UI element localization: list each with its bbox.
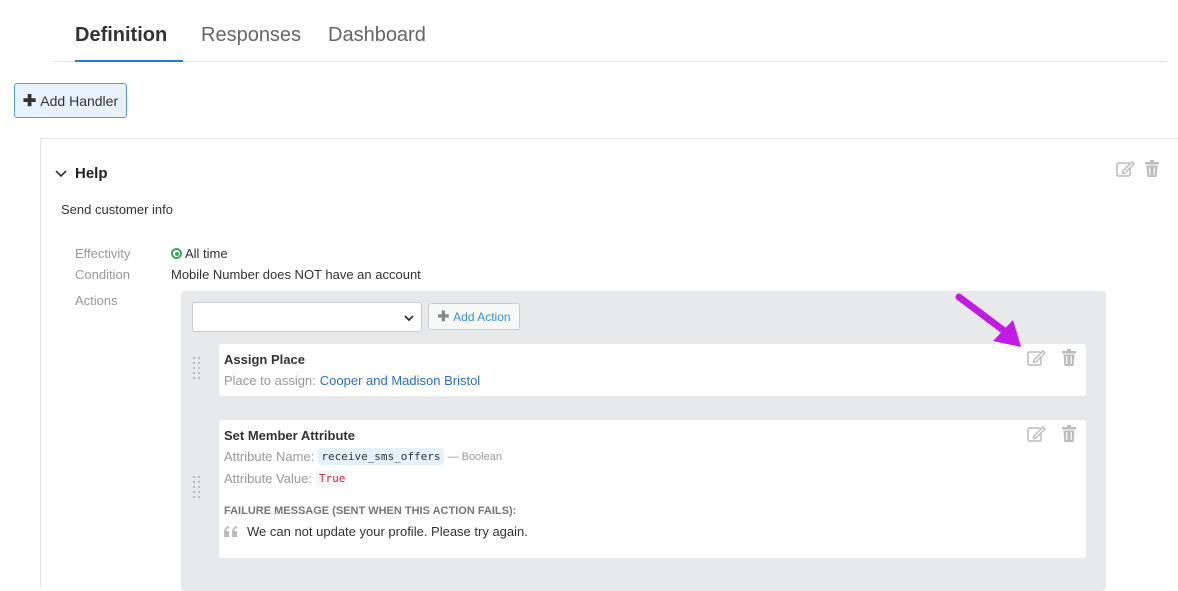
attribute-value-label: Attribute Value: (224, 471, 312, 486)
attribute-value: True (315, 470, 349, 487)
chevron-down-icon[interactable] (54, 167, 68, 181)
effectivity-label: Effectivity (75, 246, 131, 261)
edit-action-icon[interactable] (1026, 424, 1046, 444)
tab-definition[interactable]: Definition (75, 20, 183, 62)
trash-handler-icon[interactable] (1142, 159, 1162, 179)
action-card-set-member-attribute: Set Member Attribute Attribute Name: rec… (219, 420, 1086, 558)
attribute-type: — Boolean (447, 450, 502, 463)
add-action-label: Add Action (453, 309, 511, 324)
attribute-name-line: Attribute Name: receive_sms_offers — Boo… (224, 448, 502, 465)
attribute-value-line: Attribute Value: True (224, 470, 349, 487)
drag-handle-icon[interactable] (192, 356, 202, 382)
tab-bar: Definition Responses Dashboard (53, 0, 1166, 62)
failure-message-label: FAILURE MESSAGE (SENT WHEN THIS ACTION F… (224, 505, 517, 517)
condition-label: Condition (75, 267, 130, 282)
handler-description: Send customer info (61, 202, 174, 217)
trash-action-icon[interactable] (1059, 348, 1079, 368)
plus-icon: ✚ (437, 308, 450, 324)
effectivity-text: All time (185, 246, 228, 261)
active-status-icon (171, 248, 182, 259)
effectivity-value: All time (171, 246, 228, 261)
add-handler-label: Add Handler (40, 92, 119, 109)
add-handler-button[interactable]: ✚ Add Handler (14, 83, 127, 118)
plus-icon: ✚ (22, 92, 37, 110)
trash-action-icon[interactable] (1059, 424, 1079, 444)
condition-value: Mobile Number does NOT have an account (171, 267, 421, 282)
edit-handler-icon[interactable] (1115, 159, 1135, 179)
tab-dashboard[interactable]: Dashboard (328, 20, 426, 62)
handler-title: Help (75, 165, 108, 182)
failure-message: We can not update your profile. Please t… (224, 524, 528, 539)
place-label: Place to assign: (224, 373, 316, 388)
tab-responses[interactable]: Responses (201, 20, 301, 62)
chevron-down-icon (404, 315, 414, 322)
attribute-name-value: receive_sms_offers (318, 448, 444, 465)
actions-label: Actions (75, 293, 118, 308)
drag-handle-icon[interactable] (192, 475, 202, 501)
action-title: Assign Place (224, 352, 305, 367)
add-action-button[interactable]: ✚ Add Action (428, 303, 520, 330)
action-type-select[interactable] (192, 302, 422, 332)
annotation-arrow-icon (955, 293, 1021, 347)
place-link[interactable]: Cooper and Madison Bristol (320, 373, 480, 388)
attribute-name-label: Attribute Name: (224, 449, 315, 464)
place-line: Place to assign: Cooper and Madison Bris… (224, 373, 480, 388)
failure-message-text: We can not update your profile. Please t… (247, 524, 528, 539)
quote-icon (224, 525, 237, 537)
action-title: Set Member Attribute (224, 428, 355, 443)
